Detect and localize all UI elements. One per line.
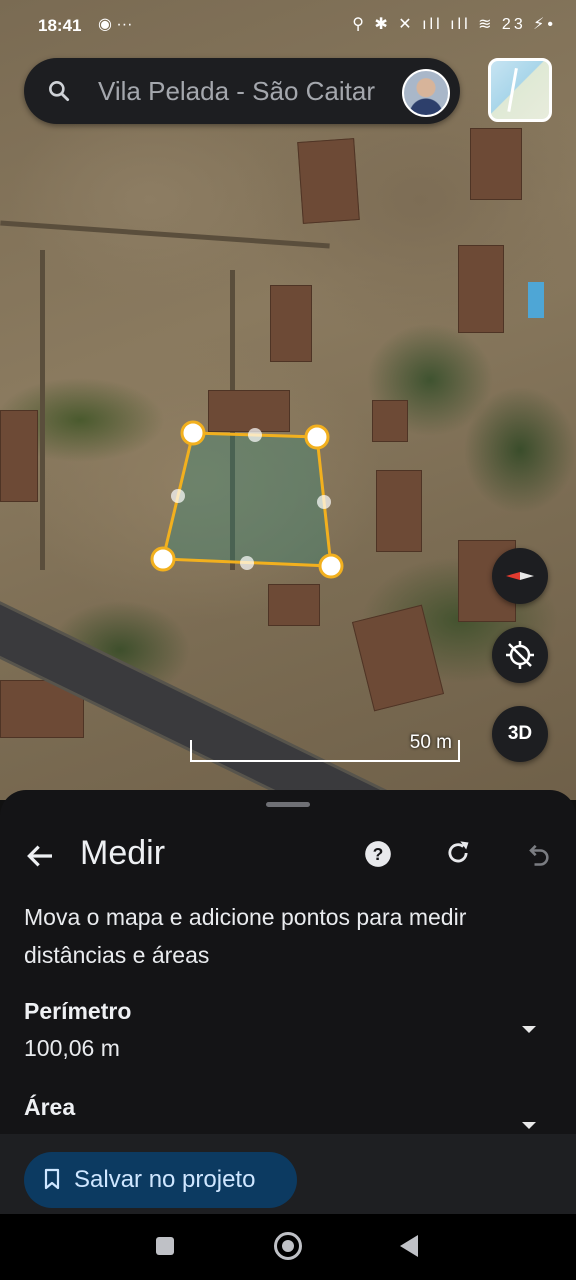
measure-point[interactable] — [304, 424, 330, 450]
notification-icons: ◉ ··· — [98, 16, 133, 33]
perimeter-row[interactable]: Perímetro 100,06 m — [24, 998, 554, 1062]
svg-text:?: ? — [373, 844, 384, 864]
sheet-title: Medir — [80, 834, 166, 872]
perimeter-label: Perímetro — [24, 998, 132, 1024]
compass-button[interactable] — [492, 548, 548, 604]
scale-label: 50 m — [409, 732, 452, 753]
midpoint-handle[interactable] — [248, 428, 262, 442]
system-icons: ⚲ ✱ ✕ ıll ıll ≋ 23 ⚡• — [352, 16, 556, 33]
save-bar: Salvar no projeto — [0, 1134, 576, 1214]
layers-button[interactable] — [488, 58, 552, 122]
location-off-icon — [506, 641, 534, 669]
measured-area — [161, 431, 333, 568]
measure-sheet: Medir ? Mova o mapa e adicione pontos pa… — [0, 790, 576, 1134]
save-to-project-button[interactable]: Salvar no projeto — [24, 1152, 297, 1208]
measure-point[interactable] — [318, 553, 344, 579]
chevron-down-icon[interactable] — [522, 1026, 536, 1033]
compass-icon — [506, 572, 534, 580]
recents-icon[interactable] — [156, 1237, 174, 1255]
midpoint-handle[interactable] — [171, 489, 185, 503]
drag-handle[interactable] — [266, 802, 310, 807]
arrow-back-icon[interactable] — [24, 840, 56, 872]
avatar[interactable] — [402, 69, 450, 117]
back-icon[interactable] — [400, 1235, 418, 1257]
system-nav-bar — [0, 1214, 576, 1280]
search-icon[interactable] — [46, 78, 72, 104]
chevron-down-icon[interactable] — [522, 1122, 536, 1129]
measure-point[interactable] — [150, 546, 176, 572]
midpoint-handle[interactable] — [240, 556, 254, 570]
status-bar: 18:41 ◉ ··· ⚲ ✱ ✕ ıll ıll ≋ 23 ⚡• — [0, 0, 576, 52]
3d-toggle-button[interactable]: 3D — [492, 706, 548, 762]
undo-icon[interactable] — [524, 840, 552, 868]
status-time: 18:41 — [38, 16, 82, 35]
bookmark-icon — [44, 1168, 60, 1190]
refresh-icon[interactable] — [444, 838, 472, 868]
search-query[interactable]: Vila Pelada - São Caitar — [98, 76, 398, 108]
area-row[interactable]: Área — [24, 1094, 554, 1129]
map-scale: 50 m — [190, 732, 460, 762]
search-bar[interactable]: Vila Pelada - São Caitar — [24, 58, 460, 124]
help-icon[interactable]: ? — [364, 840, 392, 868]
home-icon[interactable] — [274, 1232, 302, 1260]
perimeter-value: 100,06 m — [24, 1035, 120, 1061]
instructions-text: Mova o mapa e adicione pontos para medir… — [24, 904, 467, 968]
sheet-header: Medir ? — [0, 828, 576, 880]
save-button-label: Salvar no projeto — [74, 1166, 256, 1193]
measure-point[interactable] — [180, 420, 206, 446]
area-label: Área — [24, 1094, 76, 1120]
midpoint-handle[interactable] — [317, 495, 331, 509]
my-location-button[interactable] — [492, 627, 548, 683]
